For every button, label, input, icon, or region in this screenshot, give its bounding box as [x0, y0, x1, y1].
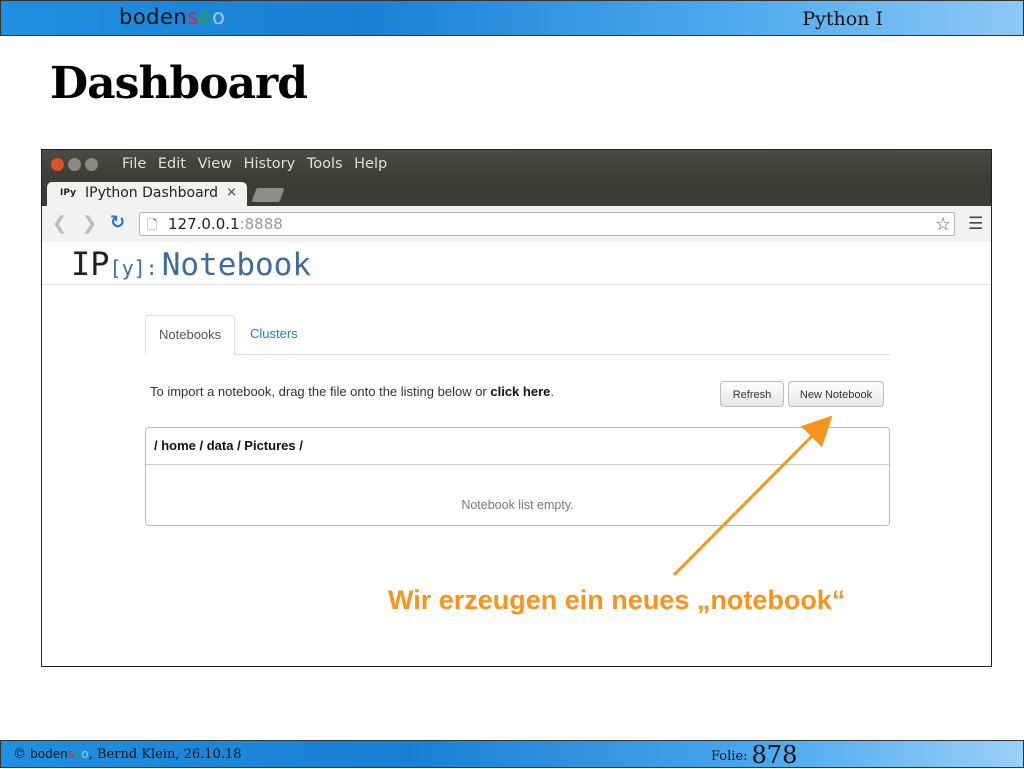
folio: Folie: 878: [711, 741, 797, 769]
slide-title: Dashboard: [50, 58, 308, 109]
brand-part: o: [212, 5, 226, 29]
browser-screenshot: File Edit View History Tools Help IPy IP…: [41, 149, 992, 667]
footer-author: , Bernd Klein, 26.10.18: [88, 747, 242, 762]
folio-number: 878: [751, 741, 798, 769]
footer-brand: bodenseo: [30, 747, 89, 761]
brand-part: e: [198, 5, 213, 29]
course-title: Python I: [802, 8, 883, 30]
folio-label: Folie:: [711, 749, 748, 764]
slide-header-bar: bodenseo Python I: [0, 0, 1024, 36]
callout-text: Wir erzeugen ein neues „notebook“: [388, 585, 846, 615]
slide-footer-bar: © bodenseo, Bernd Klein, 26.10.18 Folie:…: [0, 740, 1024, 769]
brand-logo: bodenseo: [119, 5, 225, 29]
brand-part: o: [81, 747, 89, 761]
brand-part: boden: [30, 747, 68, 761]
brand-part: boden: [119, 5, 188, 29]
copyright-symbol: ©: [13, 747, 26, 762]
footer-copyright: © bodenseo, Bernd Klein, 26.10.18: [13, 747, 242, 762]
brand-part: s: [187, 5, 199, 29]
